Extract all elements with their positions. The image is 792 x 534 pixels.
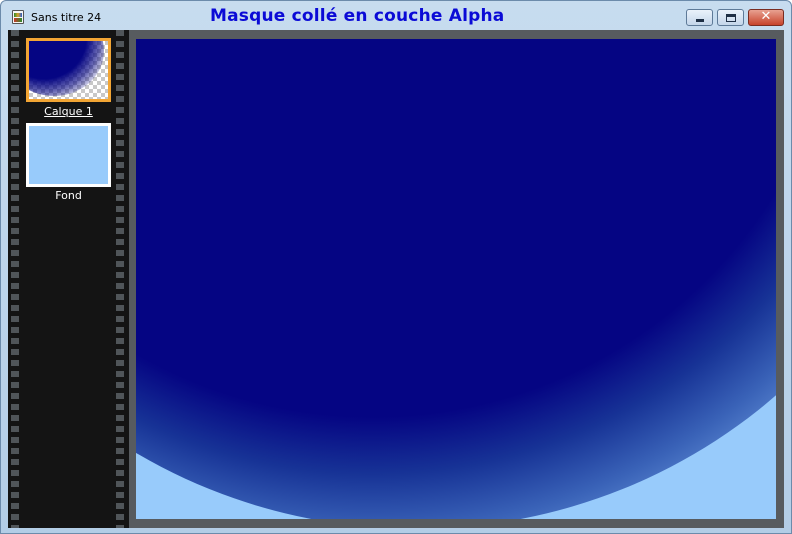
- layer-thumbnail-image: [29, 41, 108, 99]
- minimize-icon: [696, 19, 704, 22]
- maximize-icon: [726, 14, 736, 22]
- title-bar[interactable]: Sans titre 24 Masque collé en couche Alp…: [1, 1, 791, 31]
- close-button[interactable]: ✕: [748, 9, 784, 26]
- background-thumbnail-image: [29, 126, 108, 184]
- masked-layer-content: [136, 39, 776, 519]
- layer-thumbnail-calque-1[interactable]: [26, 38, 111, 102]
- maximize-button[interactable]: [717, 9, 744, 26]
- app-window: Sans titre 24 Masque collé en couche Alp…: [0, 0, 792, 534]
- filmstrip-left-edge: [11, 30, 19, 528]
- window-title: Sans titre 24: [31, 11, 102, 24]
- layer-palette: Calque 1 Fond: [8, 30, 129, 528]
- layer-thumbnail-fond[interactable]: [26, 123, 111, 187]
- app-icon[interactable]: [12, 10, 24, 24]
- filmstrip-right-edge: [116, 30, 124, 528]
- overlay-caption: Masque collé en couche Alpha: [210, 6, 505, 26]
- layer-label-fond[interactable]: Fond: [26, 189, 111, 202]
- minimize-button[interactable]: [686, 9, 713, 26]
- layer-label-calque-1[interactable]: Calque 1: [26, 105, 111, 118]
- close-icon: ✕: [760, 9, 772, 24]
- document-area: Calque 1 Fond: [8, 30, 784, 528]
- image-canvas[interactable]: [136, 39, 776, 519]
